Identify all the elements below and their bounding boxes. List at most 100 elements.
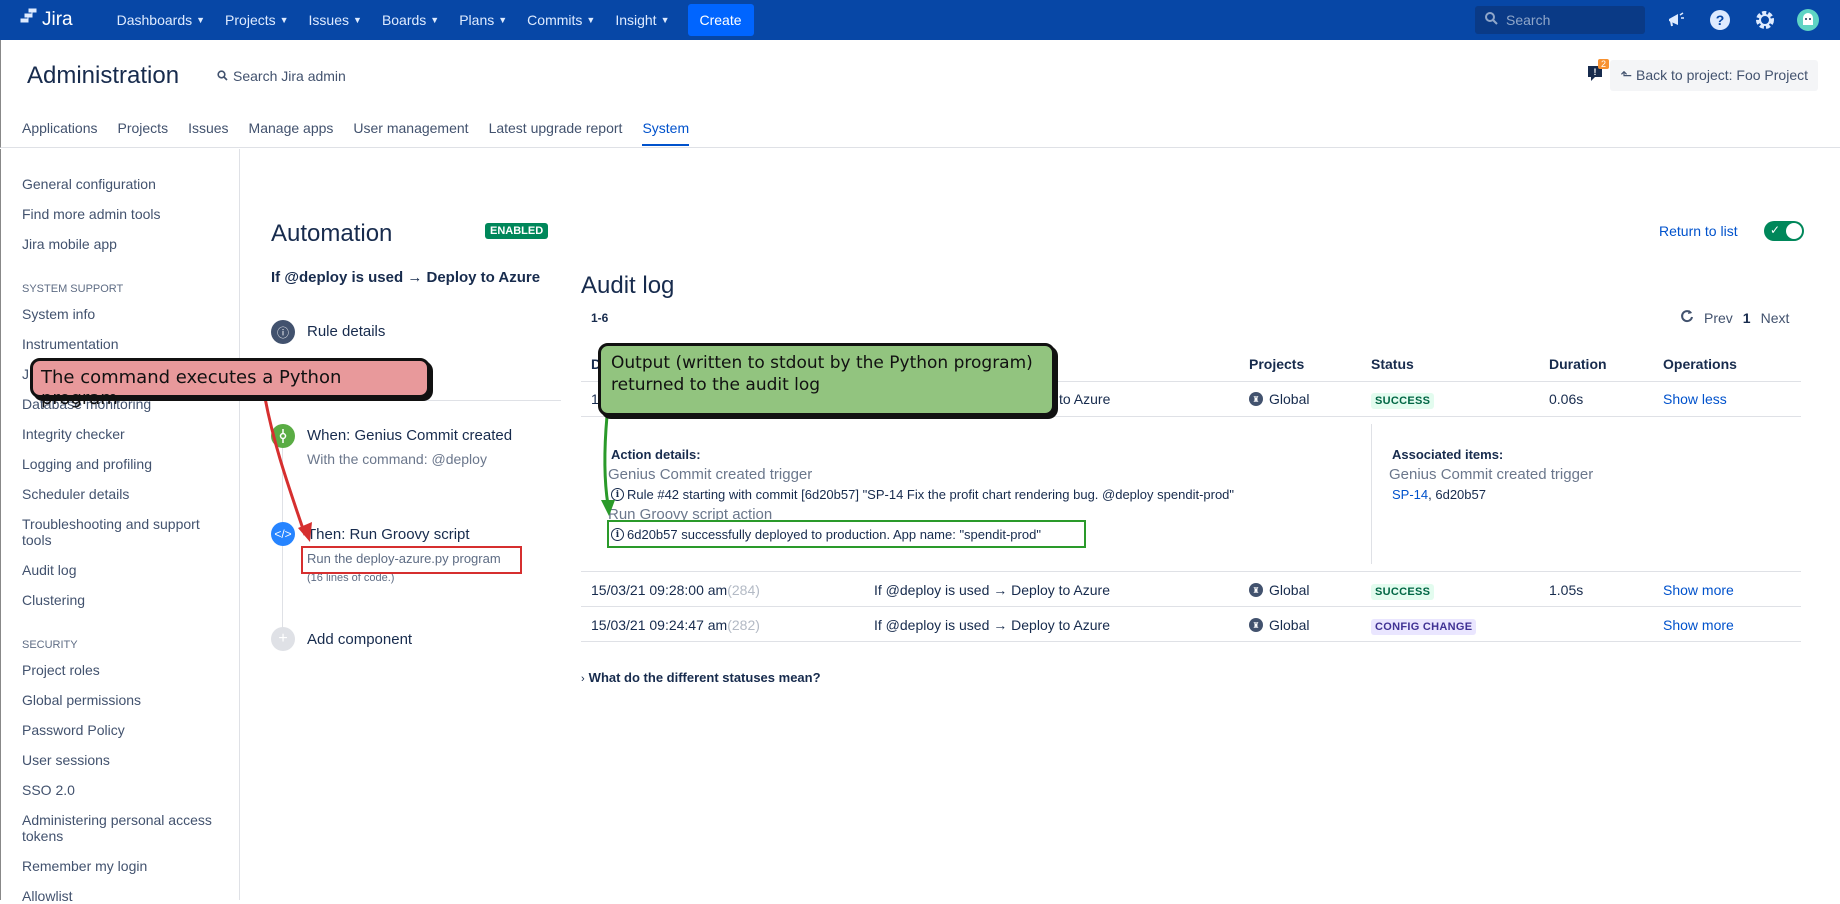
statuses-help-expander[interactable]: › What do the different statuses mean? [581, 670, 821, 685]
row-id: (282) [727, 617, 760, 633]
search-placeholder: Search [1506, 12, 1551, 28]
tab-latest-upgrade-report[interactable]: Latest upgrade report [489, 120, 623, 146]
row-id: (284) [727, 582, 760, 598]
nav-issues[interactable]: Issues ▼ [299, 12, 372, 28]
issue-link-sp-14[interactable]: SP-14 [1392, 487, 1428, 502]
row-divider [581, 416, 1801, 417]
commit-icon [271, 424, 295, 448]
sidebar-item-clustering[interactable]: Clustering [22, 592, 222, 608]
show-more-link[interactable]: Show more [1663, 617, 1734, 633]
row-rule: If @deploy is used → Deploy to Azure [874, 617, 1110, 633]
feedback-count-badge: 2 [1598, 59, 1610, 69]
feedback-button[interactable]: ! 2 [1587, 59, 1610, 88]
code-icon: </> [271, 522, 295, 546]
add-component-label: Add component [307, 631, 413, 648]
row-status: CONFIG CHANGE [1371, 617, 1477, 635]
chevron-right-icon: › [581, 673, 585, 685]
svg-text:?: ? [1716, 12, 1725, 28]
settings-icon[interactable] [1754, 9, 1776, 31]
current-page: 1 [1742, 309, 1751, 326]
show-less-link[interactable]: Show less [1663, 391, 1727, 407]
status-badge: SUCCESS [1371, 393, 1435, 409]
chevron-down-icon: ▼ [430, 15, 440, 25]
prev-page-link[interactable]: Prev [1704, 310, 1733, 326]
row-project: ♜ Global [1249, 582, 1309, 598]
sidebar-item-allowlist[interactable]: Allowlist [22, 888, 222, 904]
back-arrow-icon: ⬑ [1620, 67, 1633, 83]
row-duration: 1.05s [1549, 582, 1584, 598]
sidebar-item-global-permissions[interactable]: Global permissions [22, 692, 222, 708]
admin-tabs: Applications Projects Issues Manage apps… [22, 120, 690, 146]
sidebar-item-system-info[interactable]: System info [22, 306, 222, 322]
refresh-icon[interactable] [1680, 309, 1694, 326]
nav-insight[interactable]: Insight ▼ [605, 12, 679, 28]
trigger-name: Genius Commit created trigger [608, 466, 813, 483]
nav-projects[interactable]: Projects ▼ [215, 12, 299, 28]
page-title: Administration [27, 62, 180, 89]
pagination: Prev 1 Next [1680, 309, 1789, 326]
global-search-input[interactable]: Search [1475, 6, 1645, 34]
back-to-project-button[interactable]: ⬑ Back to project: Foo Project [1610, 60, 1818, 91]
jira-logo[interactable]: Jira [20, 8, 73, 32]
row-date-text: 15/03/21 09:28:00 am [591, 582, 728, 598]
sidebar-item-find-more-admin-tools[interactable]: Find more admin tools [22, 206, 222, 222]
rule-details-label: Rule details [307, 323, 386, 340]
create-button[interactable]: Create [687, 4, 754, 36]
green-annotation-callout: Output (written to stdout by the Python … [598, 343, 1055, 416]
return-to-list-link[interactable]: Return to list [1659, 223, 1738, 239]
associated-items: SP-14 , 6d20b57 [1392, 487, 1486, 502]
nav-boards[interactable]: Boards ▼ [372, 12, 449, 28]
sidebar-item-user-sessions[interactable]: User sessions [22, 752, 222, 768]
avatar[interactable] [1797, 9, 1819, 31]
plus-icon: + [271, 627, 295, 651]
tab-manage-apps[interactable]: Manage apps [249, 120, 334, 146]
nav-label: Commits [527, 12, 583, 28]
global-project-icon: ♜ [1249, 392, 1263, 406]
row-duration: 0.06s [1549, 391, 1584, 407]
tab-issues[interactable]: Issues [188, 120, 228, 146]
action-title: Then: Run Groovy script [307, 526, 470, 543]
jira-logo-text: Jira [42, 9, 73, 30]
sidebar-item-remember-my-login[interactable]: Remember my login [22, 858, 222, 874]
row-status: SUCCESS [1371, 391, 1435, 409]
result-range: 1-6 [591, 311, 609, 325]
rule-enabled-toggle[interactable]: ✓ [1764, 221, 1804, 241]
sidebar-item-general-configuration[interactable]: General configuration [22, 176, 222, 192]
tab-applications[interactable]: Applications [22, 120, 98, 146]
row-date-text: 15/03/21 09:24:47 am [591, 617, 728, 633]
sidebar-item-logging-and-profiling[interactable]: Logging and profiling [22, 456, 222, 472]
tab-user-management[interactable]: User management [353, 120, 468, 146]
tab-projects[interactable]: Projects [118, 120, 169, 146]
sidebar-item-troubleshooting[interactable]: Troubleshooting and support tools [22, 516, 222, 548]
help-icon[interactable]: ? [1709, 9, 1731, 31]
column-header-duration: Duration [1549, 356, 1607, 372]
sidebar-item-scheduler-details[interactable]: Scheduler details [22, 486, 222, 502]
next-page-link[interactable]: Next [1761, 310, 1790, 326]
admin-search[interactable]: Search Jira admin [217, 68, 346, 84]
tab-system[interactable]: System [642, 120, 690, 146]
sidebar-item-project-roles[interactable]: Project roles [22, 662, 222, 678]
megaphone-icon[interactable] [1665, 9, 1687, 31]
trigger-message-text: Rule #42 starting with commit [6d20b57] … [627, 487, 1235, 502]
nav-dashboards[interactable]: Dashboards ▼ [107, 12, 215, 28]
nav-label: Plans [459, 12, 495, 28]
row-rule: If @deploy is used → Deploy to Azure [874, 582, 1110, 598]
column-header-projects: Projects [1249, 356, 1305, 372]
sidebar-item-password-policy[interactable]: Password Policy [22, 722, 222, 738]
sidebar-item-jira-mobile-app[interactable]: Jira mobile app [22, 236, 222, 252]
commit-hash: , 6d20b57 [1428, 487, 1486, 502]
nav-plans[interactable]: Plans ▼ [449, 12, 517, 28]
nav-commits[interactable]: Commits ▼ [517, 12, 605, 28]
nav-label: Issues [308, 12, 350, 28]
nav-label: Insight [615, 12, 657, 28]
sidebar-item-instrumentation[interactable]: Instrumentation [22, 336, 222, 352]
chevron-down-icon: ▼ [353, 15, 362, 25]
sidebar-item-sso[interactable]: SSO 2.0 [22, 782, 222, 798]
sidebar-item-integrity-checker[interactable]: Integrity checker [22, 426, 222, 442]
sidebar-item-personal-access-tokens[interactable]: Administering personal access tokens [22, 812, 222, 844]
toggle-knob [1786, 223, 1802, 239]
nav-label: Boards [381, 12, 427, 28]
show-more-link[interactable]: Show more [1663, 582, 1734, 598]
row-rule: to Azure [1059, 391, 1111, 407]
sidebar-item-audit-log[interactable]: Audit log [22, 562, 222, 578]
